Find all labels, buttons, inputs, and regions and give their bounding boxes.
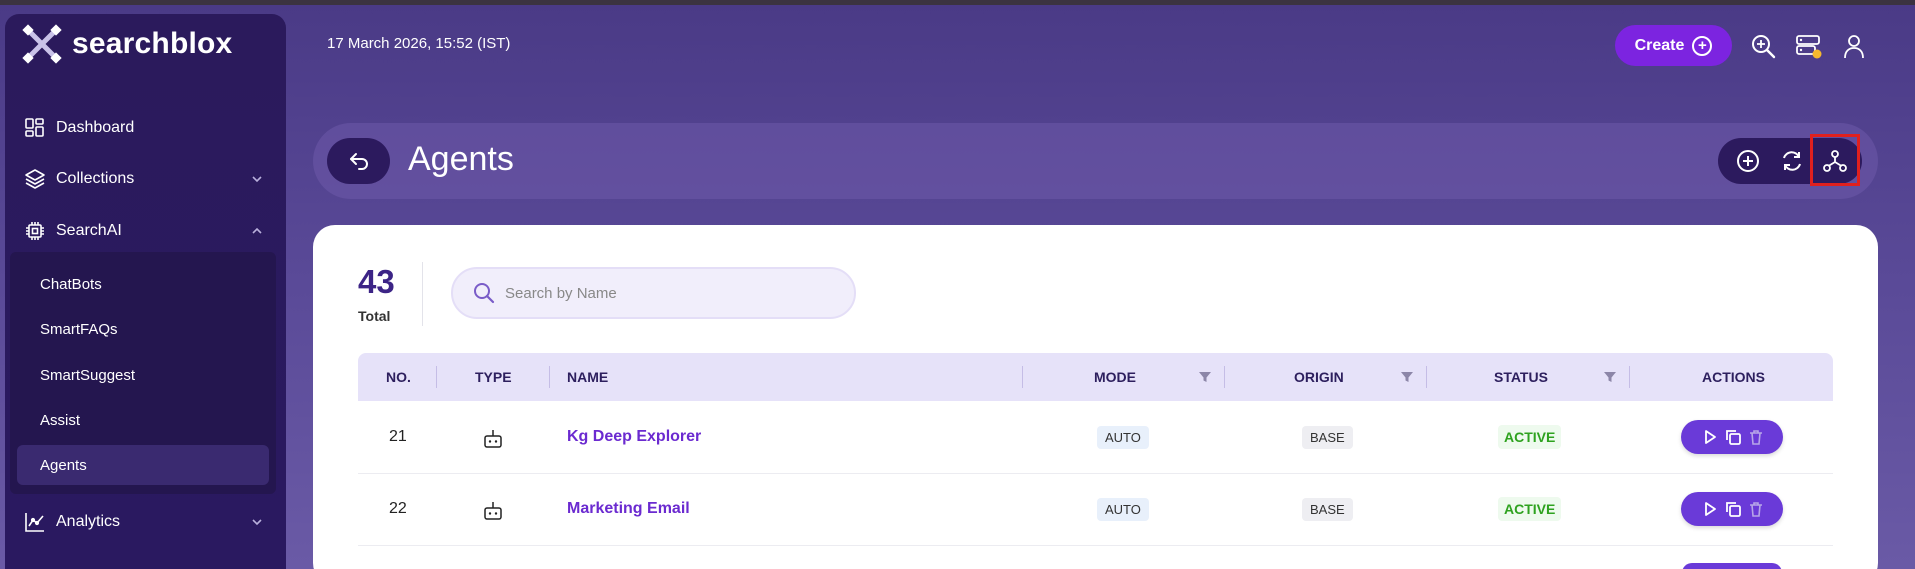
chevron-up-icon [252, 227, 262, 234]
subnav-item-assist[interactable]: Assist [40, 408, 80, 432]
row-divider [358, 545, 1833, 546]
search-input[interactable] [505, 269, 835, 317]
sidebar-item-dashboard[interactable]: Dashboard [24, 112, 134, 144]
row-1-actions [1681, 420, 1783, 454]
back-arrow-icon [349, 153, 368, 170]
total-count: 43 [358, 263, 395, 300]
current-datetime: 17 March 2026, 15:52 (IST) [327, 35, 511, 52]
run-icon[interactable] [1701, 428, 1719, 446]
status-filter-icon[interactable] [1603, 370, 1617, 384]
row-1-no: 21 [389, 428, 407, 445]
sidebar-item-searchai[interactable]: SearchAI [24, 215, 264, 247]
sidebar-item-analytics[interactable]: Analytics [24, 506, 264, 538]
row-2-mode-badge: AUTO [1097, 497, 1149, 521]
column-header-origin: ORIGIN [1294, 369, 1344, 385]
subnav-label: Assist [40, 411, 81, 429]
column-header-name: NAME [567, 369, 609, 385]
sidebar-item-collections[interactable]: Collections [24, 163, 264, 195]
search-box[interactable] [451, 267, 856, 319]
run-icon[interactable] [1701, 500, 1719, 518]
sidebar-item-label: SearchAI [56, 222, 122, 239]
subnav-label: SmartFAQs [40, 320, 118, 338]
refresh-icon[interactable] [1779, 148, 1805, 174]
create-label: Create [1634, 36, 1685, 54]
row-3-actions-partial[interactable] [1682, 563, 1782, 569]
page-header [313, 123, 1878, 199]
chevron-down-icon [252, 176, 262, 183]
column-header-mode: MODE [1094, 369, 1136, 385]
searchblox-logo-icon [20, 22, 64, 66]
row-1-origin-badge: BASE [1302, 425, 1353, 449]
delete-icon[interactable] [1747, 428, 1765, 446]
column-header-status: STATUS [1494, 369, 1548, 385]
row-2-name-link[interactable]: Marketing Email [567, 497, 690, 521]
robot-icon [484, 430, 502, 448]
copy-icon[interactable] [1724, 428, 1742, 446]
create-button[interactable]: Create + [1615, 25, 1732, 66]
mode-filter-icon[interactable] [1198, 370, 1212, 384]
sidebar-item-label: Dashboard [56, 119, 135, 136]
origin-filter-icon[interactable] [1400, 370, 1414, 384]
user-profile-icon[interactable] [1840, 32, 1868, 60]
row-divider [358, 473, 1833, 474]
back-button[interactable] [327, 138, 390, 184]
subnav-label: ChatBots [40, 275, 102, 293]
subnav-item-chatbots[interactable]: ChatBots [40, 272, 102, 296]
robot-icon [484, 502, 502, 520]
chip-icon [24, 220, 46, 242]
column-separator [1224, 366, 1225, 388]
column-header-actions: ACTIONS [1702, 369, 1765, 385]
page-title: Agents [408, 140, 514, 178]
subnav-item-smartsuggest[interactable]: SmartSuggest [40, 363, 135, 387]
row-2-status-badge: ACTIVE [1498, 497, 1562, 521]
dashboard-icon [24, 117, 46, 139]
column-separator [436, 366, 437, 388]
summary-divider [422, 262, 423, 326]
sidebar-item-label: Analytics [56, 513, 121, 530]
server-status-icon[interactable] [1795, 32, 1823, 60]
row-2-no: 22 [389, 500, 407, 517]
column-header-no: NO. [386, 369, 411, 385]
analytics-icon [24, 511, 46, 533]
highlight-box [1810, 134, 1860, 186]
subnav-label: SmartSuggest [40, 366, 136, 384]
total-label: Total [358, 308, 391, 324]
add-agent-icon[interactable] [1735, 148, 1761, 174]
delete-icon[interactable] [1747, 500, 1765, 518]
column-separator [1629, 366, 1630, 388]
plus-circle-icon: + [1692, 35, 1713, 56]
row-1-status-badge: ACTIVE [1498, 425, 1562, 449]
column-separator [549, 366, 550, 388]
subnav-label: Agents [40, 456, 87, 474]
row-1-name-link[interactable]: Kg Deep Explorer [567, 425, 701, 449]
layers-icon [24, 168, 46, 190]
sidebar-item-label: Collections [56, 170, 135, 187]
row-1-mode-badge: AUTO [1097, 425, 1149, 449]
chevron-down-icon [252, 519, 262, 526]
column-header-type: TYPE [475, 369, 512, 385]
brand-name: searchblox [72, 27, 233, 60]
row-2-origin-badge: BASE [1302, 497, 1353, 521]
subnav-item-agents[interactable]: Agents [40, 453, 87, 477]
window-top-strip [0, 0, 1915, 5]
brand-logo[interactable]: searchblox [20, 20, 232, 68]
search-zoom-icon[interactable] [1749, 32, 1777, 60]
search-icon [474, 283, 495, 304]
column-separator [1022, 366, 1023, 388]
copy-icon[interactable] [1724, 500, 1742, 518]
column-separator [1426, 366, 1427, 388]
row-2-actions [1681, 492, 1783, 526]
subnav-item-smartfaqs[interactable]: SmartFAQs [40, 317, 118, 341]
